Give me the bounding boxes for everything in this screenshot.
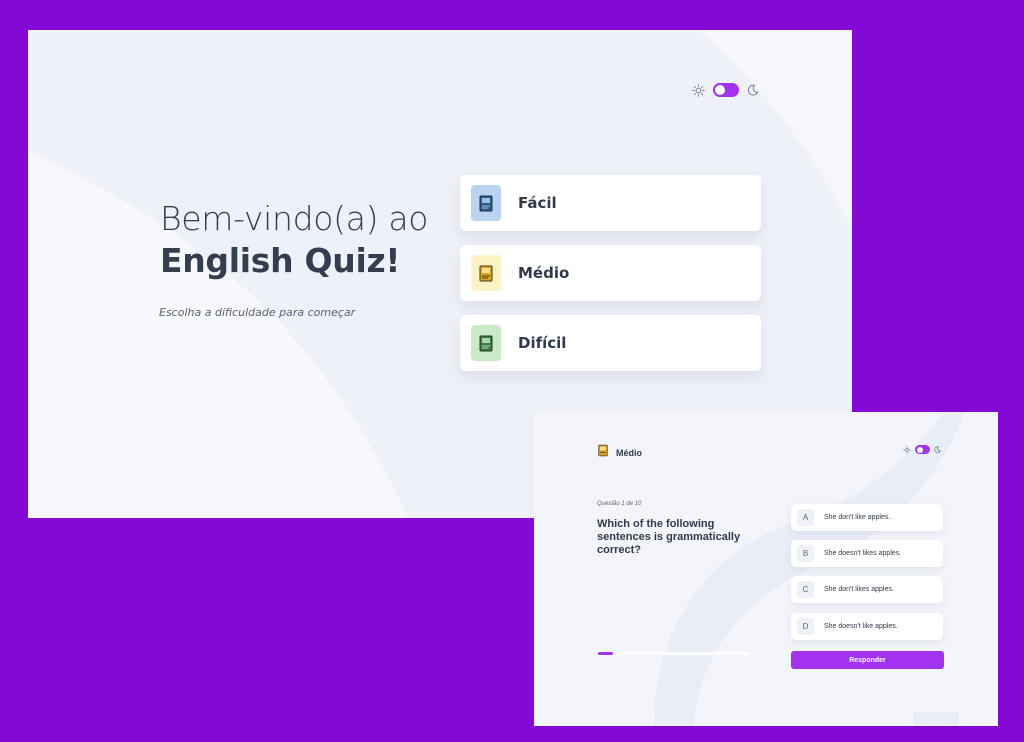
option-text: She doesn't like apples. (824, 623, 898, 630)
progress-fill (598, 652, 614, 655)
theme-toggle[interactable] (692, 83, 759, 97)
theme-switch[interactable] (713, 83, 739, 97)
option-text: She don't like apples. (824, 514, 891, 521)
question-text: Which of the following sentences is gram… (597, 518, 741, 556)
yellow-book-icon (598, 444, 608, 462)
switch-knob (916, 446, 923, 453)
blue-book-icon (471, 185, 501, 221)
level-easy-label: Fácil (518, 194, 557, 212)
level-medium-label: Médio (518, 264, 570, 282)
answer-button[interactable]: Responder (791, 651, 944, 669)
sun-icon (903, 445, 911, 454)
option-letter: A (797, 509, 814, 526)
theme-toggle[interactable] (903, 445, 941, 454)
sun-icon (692, 83, 705, 97)
quiz-header: Médio (598, 444, 642, 462)
option-b[interactable]: B She doesn't likes apples. (791, 540, 943, 567)
welcome-title: Bem-vindo(a) ao English Quiz! (160, 198, 429, 282)
welcome-subtitle: Escolha a dificuldade para começar (159, 306, 356, 319)
option-a[interactable]: A She don't like apples. (791, 504, 943, 531)
yellow-book-icon (471, 255, 501, 291)
option-letter: D (797, 618, 814, 635)
quiz-level-label: Médio (616, 448, 642, 458)
moon-icon (934, 446, 941, 453)
level-hard-label: Difícil (518, 334, 567, 352)
option-c[interactable]: C She don't likes apples. (791, 576, 943, 603)
switch-knob (715, 85, 725, 95)
green-book-icon (471, 325, 501, 361)
welcome-title-line1: Bem-vindo(a) ao (160, 199, 429, 238)
question-counter: Questão 1 de 10 (597, 501, 642, 507)
option-letter: B (797, 545, 814, 562)
progress-bar (598, 652, 749, 655)
option-d[interactable]: D She doesn't like apples. (791, 613, 943, 640)
option-letter: C (797, 581, 814, 598)
level-hard-button[interactable]: Difícil (460, 315, 761, 371)
option-text: She don't likes apples. (824, 586, 894, 593)
quiz-window: Médio Questão 1 de 10 Which of the follo… (534, 412, 998, 726)
welcome-title-line2: English Quiz! (160, 241, 401, 280)
level-easy-button[interactable]: Fácil (460, 175, 761, 231)
moon-icon (747, 84, 759, 96)
level-medium-button[interactable]: Médio (460, 245, 761, 301)
theme-switch[interactable] (915, 445, 930, 454)
option-text: She doesn't likes apples. (824, 550, 902, 557)
